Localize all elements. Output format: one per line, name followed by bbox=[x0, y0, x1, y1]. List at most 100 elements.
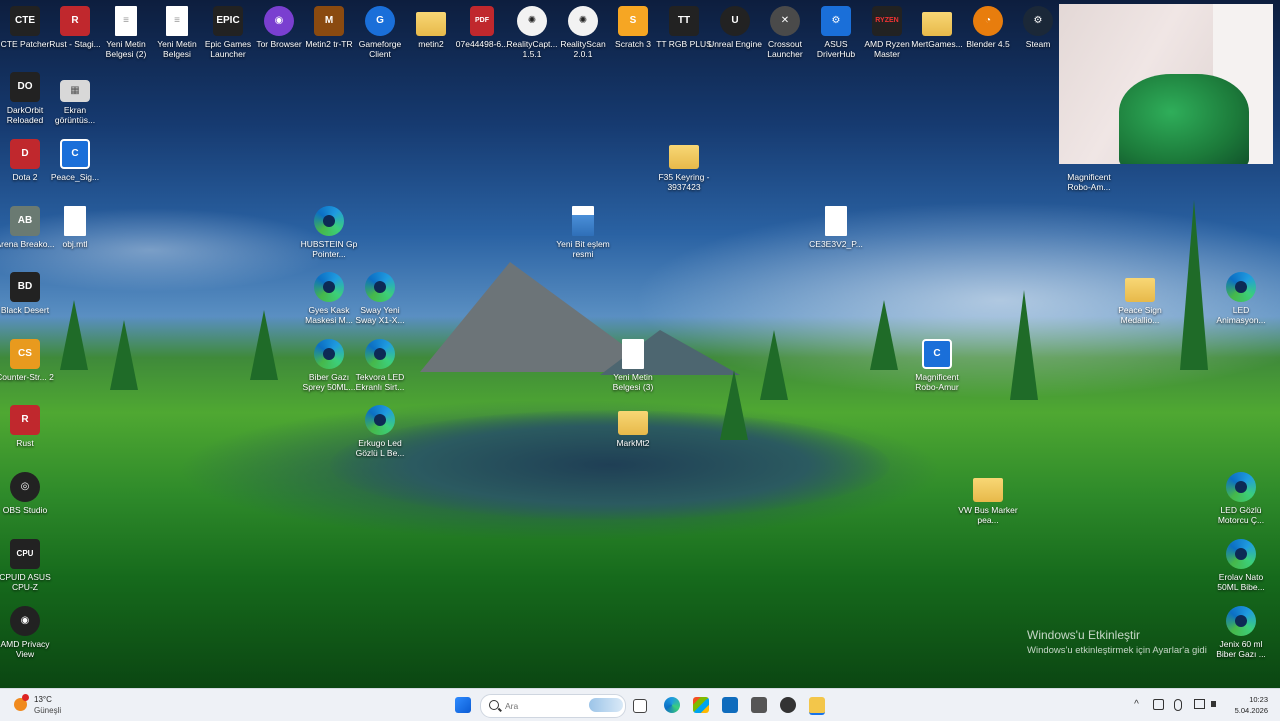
desktop-icon-counter-strike[interactable]: CS Counter-Str... 2 bbox=[0, 339, 56, 382]
outlook-taskbar-button[interactable] bbox=[722, 697, 738, 713]
display-icon[interactable] bbox=[1194, 699, 1205, 709]
desktop-icon-sway-yeni[interactable]: Sway Yeni Sway X1-X... bbox=[349, 272, 411, 325]
desktop-icon-label: CPUID ASUS CPU-Z bbox=[0, 572, 51, 592]
desktop-icon-obj-mtl[interactable]: obj.mtl bbox=[44, 206, 106, 249]
dota2-icon: D bbox=[10, 139, 40, 169]
desktop-icon-label: Erolav Nato 50ML Bibe... bbox=[1217, 572, 1265, 592]
desktop-icon-label: Black Desert bbox=[0, 305, 50, 315]
desktop-icon-label: Peace Sign Medallio... bbox=[1118, 305, 1162, 325]
tray-chevron-icon[interactable]: ^ bbox=[1131, 699, 1142, 710]
edge-icon bbox=[1226, 272, 1256, 302]
system-clock[interactable]: 10:23 5.04.2026 bbox=[1235, 694, 1268, 716]
metin2-icon: M bbox=[314, 6, 344, 36]
desktop-icon-label: obj.mtl bbox=[62, 239, 88, 249]
wallpaper-tree bbox=[1010, 290, 1038, 400]
webcam-green-object bbox=[1119, 74, 1249, 164]
desktop-icon-label: Yeni Bit eşlem resmi bbox=[556, 239, 610, 259]
obs-studio-icon: ◎ bbox=[10, 472, 40, 502]
desktop-icon-yeni-bit-eslem[interactable]: Yeni Bit eşlem resmi bbox=[552, 206, 614, 259]
desktop-icon-tekvora-led[interactable]: Tekvora LED Ekranlı Sirt... bbox=[349, 339, 411, 392]
volume-icon[interactable] bbox=[1211, 701, 1216, 707]
clock-date: 5.04.2026 bbox=[1234, 706, 1268, 715]
desktop-icon-text-file-3[interactable]: Yeni Metin Belgesi (3) bbox=[602, 339, 664, 392]
file-icon bbox=[64, 206, 86, 236]
desktop-icon-peace-sign-medallion[interactable]: Peace Sign Medallio... bbox=[1109, 272, 1171, 325]
desktop-icon-cpu-z[interactable]: CPU CPUID ASUS CPU-Z bbox=[0, 539, 56, 592]
desktop-icon-label: Counter-Str... 2 bbox=[0, 372, 54, 382]
desktop-icon-markmt2[interactable]: MarkMt2 bbox=[602, 405, 664, 448]
counter-strike-icon: CS bbox=[10, 339, 40, 369]
wallpaper-tree bbox=[1180, 200, 1208, 370]
folder-icon bbox=[669, 145, 699, 169]
desktop-icon-label: AMD Privacy View bbox=[0, 639, 50, 659]
edge-icon bbox=[1226, 606, 1256, 636]
edge-icon bbox=[314, 206, 344, 236]
steam-icon: ⚙ bbox=[1023, 6, 1053, 36]
file-icon bbox=[825, 206, 847, 236]
search-icon bbox=[489, 700, 499, 710]
weather-widget[interactable]: 13°C Güneşli bbox=[12, 693, 92, 717]
store-taskbar-button[interactable] bbox=[693, 697, 709, 713]
desktop-icon-jenix[interactable]: Jenix 60 ml Biber Gazı ... bbox=[1210, 606, 1272, 659]
start-button[interactable] bbox=[455, 697, 471, 713]
app-taskbar-button[interactable] bbox=[751, 697, 767, 713]
text-file-icon: ≡ bbox=[166, 6, 188, 36]
desktop-icon-magnificent-robo-am[interactable]: Magnificent Robo-Am... bbox=[1058, 172, 1120, 192]
folder-icon bbox=[973, 478, 1003, 502]
weather-temp: 13°C bbox=[34, 695, 52, 704]
scratch-icon: S bbox=[618, 6, 648, 36]
desktop-icon-obs-studio[interactable]: ◎ OBS Studio bbox=[0, 472, 56, 515]
desktop-icon-amd-privacy-view[interactable]: ◉ AMD Privacy View bbox=[0, 606, 56, 659]
folder-icon bbox=[1125, 278, 1155, 302]
unreal-engine-icon: U bbox=[720, 6, 750, 36]
amd-ryzen-icon: RYZEN bbox=[872, 6, 902, 36]
desktop-icon-vw-bus[interactable]: VW Bus Marker pea... bbox=[957, 472, 1019, 525]
desktop-icon-label: LED Gözlü Motorcu Ç... bbox=[1217, 505, 1265, 525]
desktop-icon-peace-sig[interactable]: C Peace_Sig... bbox=[44, 139, 106, 182]
desktop-icon-label: Ekran görüntüs... bbox=[54, 105, 96, 125]
weather-condition: Güneşli bbox=[34, 706, 62, 715]
network-icon[interactable] bbox=[1153, 699, 1164, 710]
desktop-icon-erolav-nato[interactable]: Erolav Nato 50ML Bibe... bbox=[1210, 539, 1272, 592]
folder-icon bbox=[416, 12, 446, 36]
wallpaper-tree bbox=[760, 330, 788, 400]
desktop-icon-magnificent-robo[interactable]: C Magnificent Robo-Amur bbox=[906, 339, 968, 392]
notification-badge bbox=[22, 694, 29, 701]
activation-watermark: Windows'u Etkinleştir Windows'u etkinleş… bbox=[1027, 628, 1207, 656]
edge-icon bbox=[314, 339, 344, 369]
edge-icon bbox=[314, 272, 344, 302]
desktop-icon-ce3e3v2[interactable]: CE3E3V2_P... bbox=[805, 206, 867, 249]
black-desert-icon: BD bbox=[10, 272, 40, 302]
taskbar-search[interactable] bbox=[480, 694, 626, 718]
desktop-icon-led-gozlu[interactable]: LED Gözlü Motorcu Ç... bbox=[1210, 472, 1272, 525]
tt-rgb-icon: TT bbox=[669, 6, 699, 36]
edge-icon bbox=[365, 339, 395, 369]
tor-browser-icon: ◉ bbox=[264, 6, 294, 36]
amd-privacy-icon: ◉ bbox=[10, 606, 40, 636]
wallpaper-tree bbox=[110, 320, 138, 390]
desktop-icon-rust[interactable]: R Rust bbox=[0, 405, 56, 448]
file-explorer-taskbar-button[interactable] bbox=[809, 697, 825, 715]
folder-icon bbox=[922, 12, 952, 36]
desktop-icon-erkugo-led[interactable]: Erkugo Led Gözlü L Be... bbox=[349, 405, 411, 458]
desktop-icon-f35-keyring[interactable]: F35 Keyring - 3937423 bbox=[653, 139, 715, 192]
edge-taskbar-button[interactable] bbox=[664, 697, 680, 713]
cte-patcher-icon: CTE bbox=[10, 6, 40, 36]
blender-icon: ◔ bbox=[973, 6, 1003, 36]
desktop-icon-screenshot[interactable]: ▦ Ekran görüntüs... bbox=[44, 80, 106, 125]
wallpaper-tree bbox=[250, 310, 278, 380]
clock-time: 10:23 bbox=[1249, 695, 1268, 704]
search-input[interactable] bbox=[503, 698, 577, 714]
task-view-button[interactable] bbox=[633, 699, 647, 713]
desktop-icon-led-animasyon[interactable]: LED Animasyon... bbox=[1210, 272, 1272, 325]
desktop-icon-label: Erkugo Led Gözlü L Be... bbox=[355, 438, 405, 458]
desktop-icon-label: Jenix 60 ml Biber Gazı ... bbox=[1216, 639, 1266, 659]
edge-icon bbox=[1226, 539, 1256, 569]
microphone-icon[interactable] bbox=[1174, 699, 1182, 711]
chrome-taskbar-button[interactable] bbox=[780, 697, 796, 713]
arena-breakout-icon: AB bbox=[10, 206, 40, 236]
desktop-icon-black-desert[interactable]: BD Black Desert bbox=[0, 272, 56, 315]
desktop-icon-hubstein[interactable]: HUBSTEIN Gp Pointer... bbox=[298, 206, 360, 259]
gameforge-icon: G bbox=[365, 6, 395, 36]
desktop-icon-label: Magnificent Robo-Amur bbox=[915, 372, 959, 392]
